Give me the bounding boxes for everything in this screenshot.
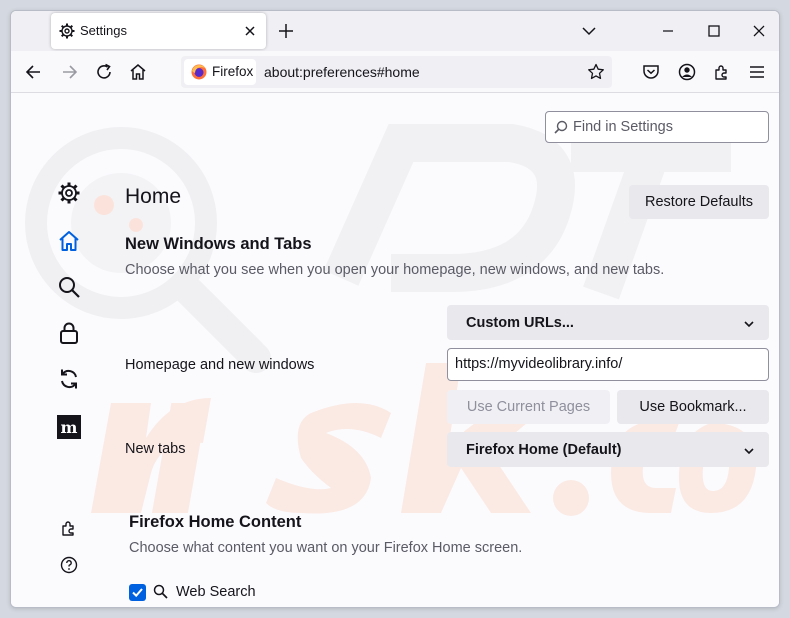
- section-description: Choose what you see when you open your h…: [125, 262, 665, 278]
- sync-icon[interactable]: [57, 367, 81, 391]
- search-icon: [153, 584, 168, 599]
- use-bookmark-button[interactable]: Use Bookmark...: [617, 390, 769, 424]
- homepage-select-value: Custom URLs...: [466, 315, 574, 331]
- restore-defaults-button[interactable]: Restore Defaults: [629, 185, 769, 219]
- pocket-icon[interactable]: [641, 62, 661, 82]
- section-title-home-content: Firefox Home Content: [129, 513, 302, 531]
- search-icon: [554, 120, 568, 134]
- homepage-select[interactable]: Custom URLs...: [447, 305, 769, 340]
- menu-icon[interactable]: [747, 62, 767, 82]
- chevron-down-icon: [744, 321, 754, 328]
- gear-icon: [59, 23, 75, 39]
- identity-box[interactable]: Firefox: [184, 59, 256, 85]
- identity-label: Firefox: [212, 64, 254, 79]
- back-arrow-icon[interactable]: [24, 62, 44, 82]
- gear-icon[interactable]: [57, 181, 81, 205]
- section-title-new-windows-tabs: New Windows and Tabs: [125, 235, 312, 253]
- reload-icon[interactable]: [94, 62, 114, 82]
- search-placeholder: Find in Settings: [573, 119, 673, 135]
- chevron-down-icon[interactable]: [581, 23, 597, 39]
- forward-arrow-icon[interactable]: [59, 62, 79, 82]
- homepage-url-value: https://myvideolibrary.info/: [455, 356, 623, 372]
- chevron-down-icon: [744, 448, 754, 455]
- new-tabs-select-value: Firefox Home (Default): [466, 442, 622, 458]
- find-in-settings-input[interactable]: Find in Settings: [545, 111, 769, 143]
- home-icon[interactable]: [57, 229, 81, 253]
- tab-title: Settings: [80, 23, 127, 38]
- web-search-checkbox[interactable]: [129, 584, 146, 601]
- account-icon[interactable]: [677, 62, 697, 82]
- close-icon[interactable]: [242, 23, 258, 39]
- checkmark-icon: [132, 588, 143, 598]
- minimize-icon[interactable]: [660, 23, 676, 39]
- new-tab-plus-icon[interactable]: [277, 22, 295, 40]
- tab-bar: Settings: [11, 11, 779, 51]
- firefox-logo-icon: [191, 64, 207, 80]
- mozilla-icon[interactable]: m: [57, 415, 81, 439]
- svg-text:m: m: [61, 418, 78, 437]
- tab-settings[interactable]: Settings: [51, 13, 266, 49]
- home-icon[interactable]: [128, 62, 148, 82]
- homepage-url-input[interactable]: https://myvideolibrary.info/: [447, 348, 769, 381]
- extensions-icon[interactable]: [60, 519, 78, 537]
- bookmark-star-icon[interactable]: [587, 63, 605, 81]
- use-current-pages-button[interactable]: Use Current Pages: [447, 390, 610, 424]
- lock-icon[interactable]: [57, 321, 81, 345]
- page-title: Home: [125, 185, 182, 208]
- section-description: Choose what content you want on your Fir…: [129, 540, 523, 556]
- homepage-label: Homepage and new windows: [125, 357, 315, 373]
- extensions-icon[interactable]: [712, 62, 732, 82]
- help-icon[interactable]: [60, 556, 78, 574]
- new-tabs-label: New tabs: [125, 441, 186, 457]
- window-close-icon[interactable]: [751, 23, 767, 39]
- url-bar[interactable]: Firefox about:preferences#home: [181, 56, 612, 88]
- nav-bar: Firefox about:preferences#home: [11, 51, 779, 93]
- new-tabs-select[interactable]: Firefox Home (Default): [447, 432, 769, 467]
- url-text[interactable]: about:preferences#home: [264, 64, 420, 80]
- settings-content: Find in Settings m Home Restore Defaults…: [11, 93, 779, 607]
- web-search-label: Web Search: [176, 584, 256, 600]
- maximize-icon[interactable]: [706, 23, 722, 39]
- browser-window: Settings Firefox about:preferences#home …: [10, 10, 780, 608]
- search-icon[interactable]: [57, 275, 81, 299]
